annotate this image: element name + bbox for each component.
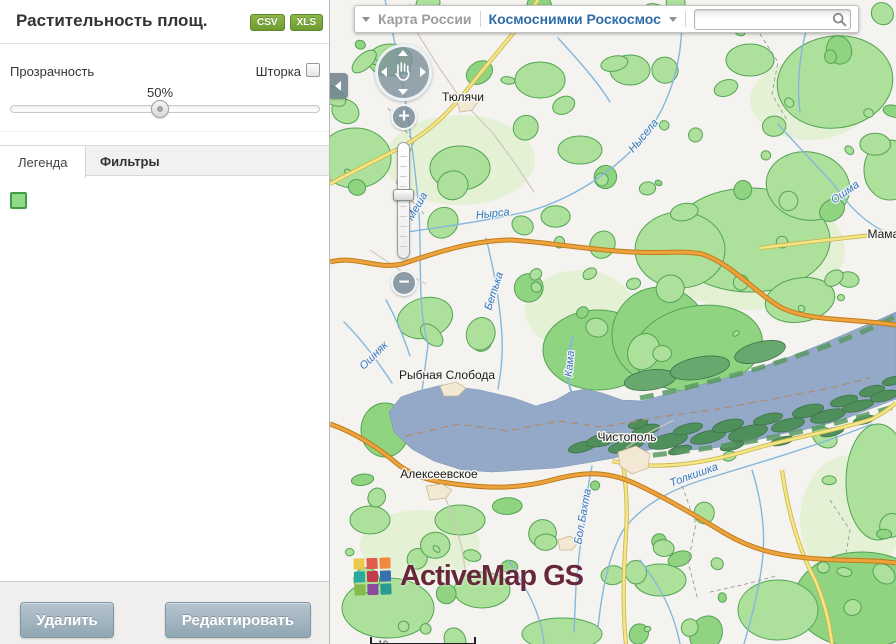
zoom-slider[interactable] bbox=[397, 142, 410, 259]
pan-control[interactable] bbox=[375, 44, 432, 101]
vegetation-blob bbox=[351, 473, 375, 487]
map-river-label: Нысела bbox=[626, 117, 661, 155]
map-river-label: Нырса bbox=[475, 206, 510, 221]
hand-icon bbox=[393, 60, 414, 84]
vegetation-blob bbox=[462, 314, 499, 354]
vegetation-blob bbox=[882, 103, 896, 119]
vegetation-blob bbox=[639, 181, 657, 196]
activemap-logo-icon bbox=[353, 557, 391, 595]
app-window: Растительность площ. CSV XLS Прозрачност… bbox=[0, 0, 896, 644]
collapse-panel-button[interactable] bbox=[330, 73, 348, 99]
map-area: МешаНырсаНыселаБетькаОшнякКамаОшмаТолкиш… bbox=[330, 0, 896, 644]
xls-button[interactable]: XLS bbox=[290, 14, 323, 31]
chevron-down-icon[interactable] bbox=[669, 17, 677, 26]
map-river-label: Ошняк bbox=[357, 339, 391, 373]
map-river-label: Бетька bbox=[482, 270, 506, 311]
base-layer-selector[interactable]: Карта России bbox=[378, 11, 472, 27]
section-divider bbox=[0, 131, 329, 132]
vegetation-blob bbox=[876, 529, 891, 539]
vegetation-blob bbox=[867, 0, 896, 29]
zoom-in-button[interactable]: + bbox=[391, 104, 417, 130]
export-buttons: CSV XLS bbox=[250, 14, 323, 31]
vegetation-blob bbox=[421, 201, 464, 244]
tab-filters[interactable]: Фильтры bbox=[100, 146, 160, 177]
transparency-value: 50% bbox=[147, 85, 173, 100]
vegetation-blob bbox=[817, 562, 829, 573]
map-toolbar: Карта России Космоснимки Роскосмос bbox=[354, 5, 859, 33]
transparency-label: Прозрачность bbox=[10, 64, 94, 79]
pan-up-icon[interactable] bbox=[398, 50, 408, 56]
map-river-label: Бол.Бахта bbox=[572, 488, 594, 545]
vegetation-blob bbox=[653, 345, 672, 362]
search-container bbox=[694, 9, 851, 30]
vegetation-blob bbox=[686, 125, 705, 144]
scale-label: 10 bbox=[378, 639, 388, 644]
zoom-out-button[interactable]: − bbox=[391, 270, 417, 296]
pan-down-icon[interactable] bbox=[398, 89, 408, 95]
tab-legend[interactable]: Легенда bbox=[0, 145, 86, 178]
curtain-checkbox[interactable] bbox=[306, 63, 320, 77]
vegetation-blob bbox=[345, 548, 354, 556]
vegetation-blob bbox=[509, 212, 537, 238]
layer-panel: Растительность площ. CSV XLS Прозрачност… bbox=[0, 0, 330, 644]
vegetation-blob bbox=[860, 133, 891, 155]
vegetation-blob bbox=[500, 76, 515, 85]
search-icon[interactable] bbox=[832, 12, 847, 27]
toolbar-divider bbox=[685, 11, 686, 27]
legend-swatch bbox=[10, 192, 27, 209]
zoom-slider-thumb[interactable] bbox=[393, 189, 414, 201]
delete-button[interactable]: Удалить bbox=[20, 602, 114, 638]
activemap-logo: ActiveMap GS bbox=[354, 558, 583, 595]
map-river-label: Кама bbox=[563, 350, 577, 377]
toolbar-divider bbox=[480, 11, 481, 27]
vegetation-blob bbox=[492, 497, 522, 515]
map-town-label: Рыбная Слобода bbox=[399, 368, 495, 382]
panel-footer: Удалить Редактировать bbox=[0, 581, 329, 644]
vegetation-blob bbox=[541, 206, 570, 227]
vegetation-blob bbox=[760, 150, 771, 161]
map-town-label: Тюлячи bbox=[442, 90, 484, 104]
vegetation-blob bbox=[590, 480, 601, 491]
vegetation-blob bbox=[585, 227, 620, 263]
map-town-label: Чистополь bbox=[598, 430, 657, 444]
vegetation-blob bbox=[550, 93, 578, 118]
csv-button[interactable]: CSV bbox=[250, 14, 285, 31]
vegetation-blob bbox=[709, 555, 726, 572]
active-layer-selector[interactable]: Космоснимки Роскосмос bbox=[489, 11, 661, 27]
panel-tabs: Легенда Фильтры bbox=[0, 145, 329, 176]
vegetation-blob bbox=[354, 39, 366, 50]
activemap-logo-text: ActiveMap GS bbox=[400, 560, 583, 593]
scale-bar: 10 bbox=[370, 637, 476, 644]
vegetation-blob bbox=[647, 52, 684, 89]
vegetation-blob bbox=[718, 592, 727, 602]
pan-right-icon[interactable] bbox=[420, 67, 426, 77]
panel-title: Растительность площ. bbox=[16, 11, 208, 31]
curtain-label: Шторка bbox=[256, 64, 301, 79]
map-town-label: Алексеевское bbox=[400, 467, 478, 481]
vegetation-blob bbox=[822, 476, 836, 485]
vegetation-blob bbox=[837, 294, 844, 300]
vegetation-blob bbox=[625, 277, 642, 291]
vegetation-blob bbox=[654, 179, 663, 186]
chevron-down-icon[interactable] bbox=[362, 17, 370, 26]
map-town-label: Мамадыш bbox=[868, 227, 896, 241]
pan-left-icon[interactable] bbox=[381, 67, 387, 77]
edit-button[interactable]: Редактировать bbox=[165, 602, 311, 638]
search-input[interactable] bbox=[694, 9, 851, 30]
vegetation-blob bbox=[843, 144, 855, 156]
vegetation-blob bbox=[625, 620, 652, 644]
transparency-slider-thumb[interactable] bbox=[151, 100, 169, 118]
vegetation-blob bbox=[712, 76, 740, 99]
panel-header: Растительность площ. CSV XLS bbox=[0, 0, 329, 44]
